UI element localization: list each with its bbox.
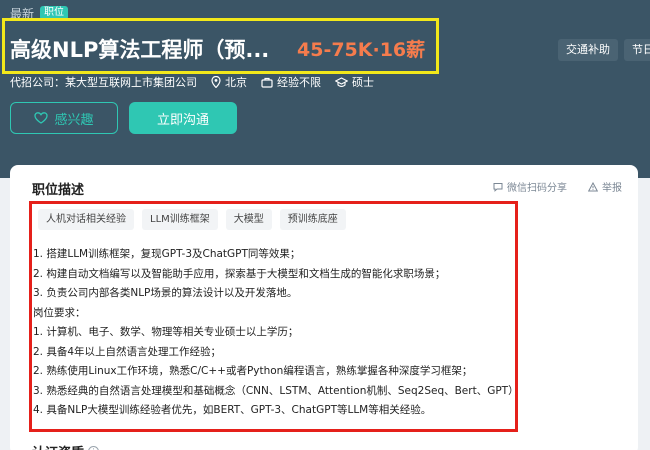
job-header: 最新 职位 高级NLP算法工程师（预... 45-75K·16薪 交通补助 节日…: [0, 0, 650, 178]
benefit-tag: 节日福: [624, 39, 650, 61]
benefit-tags: 交通补助 节日福: [558, 39, 650, 61]
job-title: 高级NLP算法工程师（预...: [10, 38, 270, 62]
location-text: 北京: [225, 76, 247, 89]
salary: 45-75K·16薪: [297, 39, 426, 61]
location-pin-icon: [211, 76, 221, 88]
certification-section-title: 认证资质 i: [32, 442, 100, 450]
experience-item: 经验不限: [261, 74, 321, 90]
job-meta: 代招公司：某大型互联网上市集团公司 北京 经验不限 硕士: [10, 74, 374, 90]
skill-chip: LLM训练框架: [142, 209, 218, 230]
description-line: 岗位要求：: [33, 306, 86, 319]
education-item: 硕士: [335, 74, 374, 90]
description-line: 2. 构建自动文档编写以及智能助手应用，探索基于大模型和文档生成的智能化求职场景…: [33, 267, 446, 280]
chat-bubble-icon: [493, 182, 503, 192]
share-label: 微信扫码分享: [507, 183, 567, 194]
report-label: 举报: [602, 183, 622, 194]
description-line: 1. 搭建LLM训练框架，复现GPT-3及ChatGPT同等效果；: [33, 248, 301, 260]
interested-button[interactable]: 感兴趣: [10, 102, 118, 134]
description-line: 1. 计算机、电子、数学、物理等相关专业硕士以上学历；: [33, 326, 299, 338]
warning-icon: [588, 181, 598, 191]
description-line: 3. 负责公司内部各类NLP场景的算法设计以及开发落地。: [33, 287, 298, 299]
report-link[interactable]: 举报: [588, 179, 622, 194]
description-line: 4. 具备NLP大模型训练经验者优先，如BERT、GPT-3、ChatGPT等L…: [33, 404, 432, 416]
skill-chip: 大模型: [225, 209, 272, 230]
info-icon[interactable]: i: [88, 446, 100, 450]
skill-chip: 预训练底座: [279, 209, 346, 230]
description-line: 2. 熟练使用Linux工作环境，熟悉C/C++或者Python编程语言，熟练掌…: [33, 365, 473, 377]
graduation-cap-icon: [335, 76, 348, 87]
job-description-card: 职位描述 微信扫码分享 举报 人机对话相关经验 LLM训练框架 大模型 预训练底…: [10, 165, 638, 450]
wechat-share[interactable]: 微信扫码分享: [493, 179, 567, 194]
experience-text: 经验不限: [277, 76, 321, 89]
heart-icon: [34, 112, 49, 124]
recruiter-company[interactable]: 代招公司：某大型互联网上市集团公司: [10, 74, 197, 90]
description-line: 2. 具备4年以上自然语言处理工作经验；: [33, 345, 222, 358]
skill-chip: 人机对话相关经验: [38, 209, 134, 230]
section-title: 职位描述: [32, 183, 85, 198]
skill-chips: 人机对话相关经验 LLM训练框架 大模型 预训练底座: [38, 209, 346, 230]
certification-title-text: 认证资质: [32, 442, 84, 450]
chat-now-button[interactable]: 立即沟通: [129, 102, 237, 134]
interested-label: 感兴趣: [54, 112, 94, 128]
description-line: 3. 熟悉经典的自然语言处理模型和基础概念（CNN、LSTM、Attention…: [33, 384, 515, 397]
education-text: 硕士: [352, 76, 374, 89]
location-item: 北京: [211, 74, 247, 90]
job-description-text: 1. 搭建LLM训练框架，复现GPT-3及ChatGPT同等效果； 2. 构建自…: [33, 245, 515, 421]
briefcase-icon: [261, 77, 273, 88]
benefit-tag: 交通补助: [558, 39, 618, 61]
